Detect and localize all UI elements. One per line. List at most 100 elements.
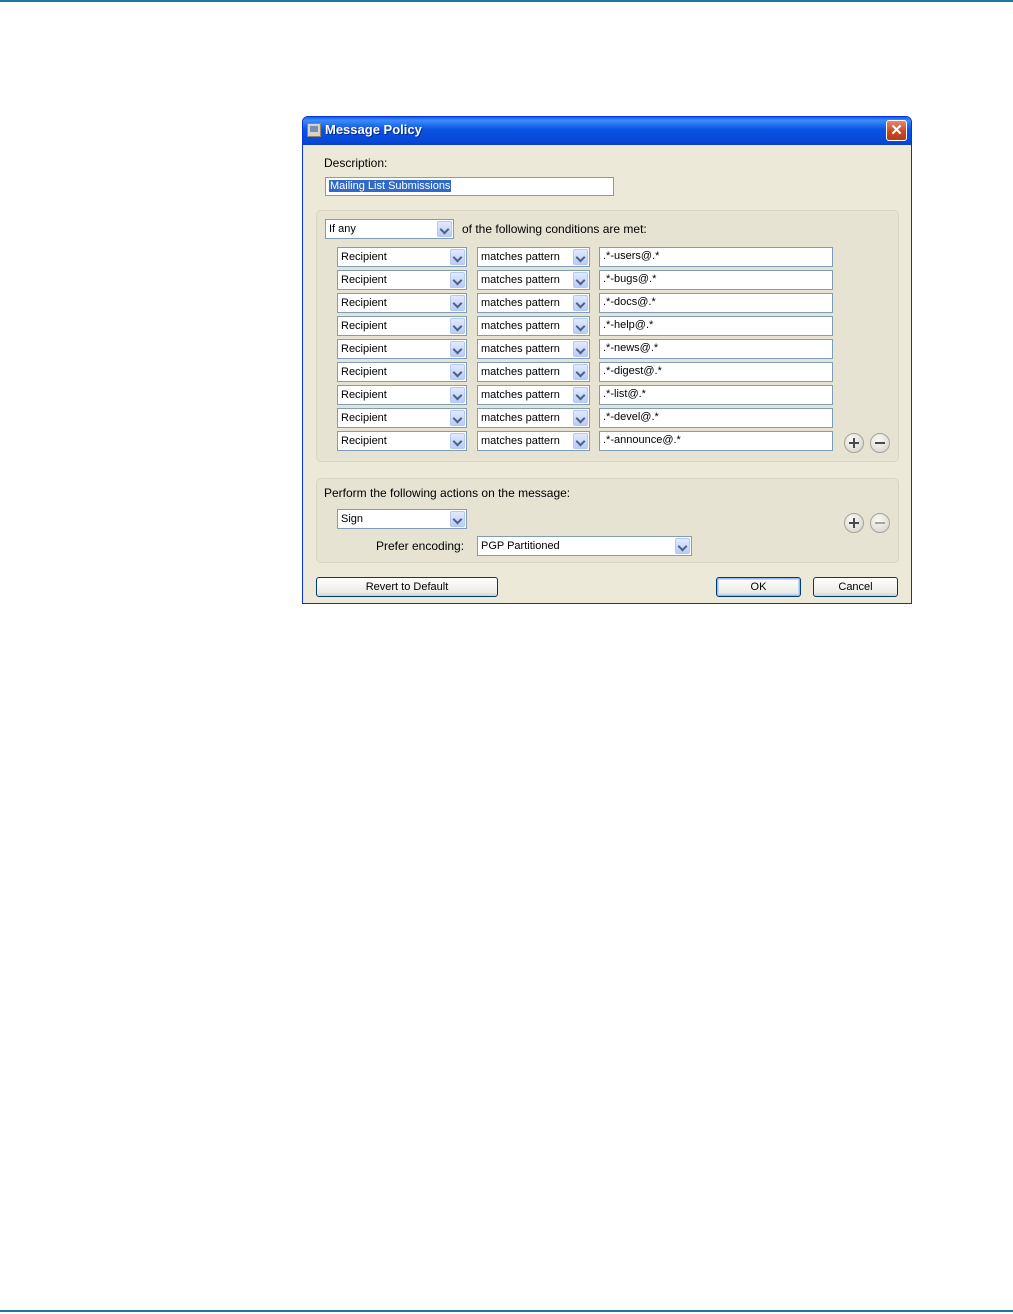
close-button[interactable]: ✕ (886, 120, 907, 141)
actions-heading: Perform the following actions on the mes… (324, 486, 571, 500)
chevron-down-icon (573, 295, 588, 311)
match-mode-dropdown[interactable]: If any (325, 219, 454, 239)
condition-field-value: Recipient (341, 412, 387, 424)
dialog-title: Message Policy (325, 122, 422, 137)
condition-field-dropdown[interactable]: Recipient (337, 385, 467, 405)
dialog-titlebar[interactable]: Message Policy ✕ (303, 117, 911, 145)
chevron-down-icon (450, 318, 465, 334)
condition-pattern-field[interactable]: .*-list@.* (599, 385, 833, 405)
condition-pattern-field[interactable]: .*-bugs@.* (599, 270, 833, 290)
action-dropdown[interactable]: Sign (337, 509, 467, 529)
condition-field-value: Recipient (341, 297, 387, 309)
description-label: Description: (324, 156, 388, 170)
condition-field-dropdown[interactable]: Recipient (337, 293, 467, 313)
condition-pattern-field[interactable]: .*-docs@.* (599, 293, 833, 313)
condition-operator-dropdown[interactable]: matches pattern (477, 316, 590, 336)
condition-operator-dropdown[interactable]: matches pattern (477, 431, 590, 451)
condition-field-dropdown[interactable]: Recipient (337, 270, 467, 290)
condition-field-dropdown[interactable]: Recipient (337, 339, 467, 359)
close-icon: ✕ (890, 122, 903, 139)
condition-field-dropdown[interactable]: Recipient (337, 362, 467, 382)
cancel-button[interactable]: Cancel (813, 577, 898, 597)
chevron-down-icon (573, 318, 588, 334)
description-field[interactable]: Mailing List Submissions (325, 177, 614, 196)
plus-icon (845, 514, 863, 532)
chevron-down-icon (573, 364, 588, 380)
chevron-down-icon (573, 272, 588, 288)
chevron-down-icon (450, 433, 465, 449)
chevron-down-icon (573, 387, 588, 403)
condition-operator-value: matches pattern (481, 251, 560, 263)
page-top-rule (0, 0, 1013, 2)
condition-field-value: Recipient (341, 320, 387, 332)
condition-operator-value: matches pattern (481, 320, 560, 332)
chevron-down-icon (573, 410, 588, 426)
condition-field-dropdown[interactable]: Recipient (337, 247, 467, 267)
description-value: Mailing List Submissions (329, 180, 452, 192)
condition-operator-dropdown[interactable]: matches pattern (477, 339, 590, 359)
condition-pattern-value: .*-announce@.* (603, 434, 681, 446)
condition-field-dropdown[interactable]: Recipient (337, 408, 467, 428)
remove-action-button (870, 513, 890, 533)
revert-to-default-button[interactable]: Revert to Default (316, 577, 498, 597)
condition-pattern-field[interactable]: .*-help@.* (599, 316, 833, 336)
minus-icon (871, 434, 889, 452)
condition-operator-dropdown[interactable]: matches pattern (477, 362, 590, 382)
chevron-down-icon (450, 249, 465, 265)
condition-operator-value: matches pattern (481, 297, 560, 309)
condition-operator-value: matches pattern (481, 343, 560, 355)
message-policy-dialog: Message Policy ✕ Description: Mailing Li… (302, 116, 912, 604)
condition-pattern-value: .*-news@.* (603, 342, 659, 354)
condition-operator-dropdown[interactable]: matches pattern (477, 270, 590, 290)
chevron-down-icon (573, 433, 588, 449)
condition-operator-dropdown[interactable]: matches pattern (477, 385, 590, 405)
condition-pattern-value: .*-users@.* (603, 250, 660, 262)
chevron-down-icon (675, 538, 690, 554)
condition-field-value: Recipient (341, 251, 387, 263)
condition-operator-value: matches pattern (481, 435, 560, 447)
encoding-value: PGP Partitioned (481, 540, 560, 552)
chevron-down-icon (437, 221, 452, 237)
condition-pattern-field[interactable]: .*-users@.* (599, 247, 833, 267)
chevron-down-icon (450, 511, 465, 527)
condition-pattern-value: .*-devel@.* (603, 411, 659, 423)
chevron-down-icon (450, 272, 465, 288)
ok-button[interactable]: OK (716, 577, 801, 597)
minus-icon (871, 514, 889, 532)
chevron-down-icon (450, 364, 465, 380)
add-action-button[interactable] (844, 513, 864, 533)
condition-pattern-value: .*-help@.* (603, 319, 654, 331)
condition-pattern-field[interactable]: .*-devel@.* (599, 408, 833, 428)
condition-field-value: Recipient (341, 435, 387, 447)
condition-operator-value: matches pattern (481, 389, 560, 401)
condition-pattern-value: .*-list@.* (603, 388, 646, 400)
condition-field-value: Recipient (341, 389, 387, 401)
encoding-dropdown[interactable]: PGP Partitioned (477, 536, 692, 556)
condition-operator-dropdown[interactable]: matches pattern (477, 408, 590, 428)
condition-operator-value: matches pattern (481, 366, 560, 378)
chevron-down-icon (450, 387, 465, 403)
action-value: Sign (341, 513, 364, 525)
condition-field-dropdown[interactable]: Recipient (337, 316, 467, 336)
condition-pattern-field[interactable]: .*-announce@.* (599, 431, 833, 451)
page-bottom-rule (0, 1310, 1013, 1312)
app-icon (307, 123, 321, 137)
condition-operator-value: matches pattern (481, 412, 560, 424)
remove-condition-button[interactable] (870, 433, 890, 453)
condition-operator-value: matches pattern (481, 274, 560, 286)
condition-field-value: Recipient (341, 343, 387, 355)
condition-operator-dropdown[interactable]: matches pattern (477, 247, 590, 267)
add-condition-button[interactable] (844, 433, 864, 453)
condition-pattern-value: .*-bugs@.* (603, 273, 657, 285)
condition-pattern-field[interactable]: .*-digest@.* (599, 362, 833, 382)
condition-field-dropdown[interactable]: Recipient (337, 431, 467, 451)
encoding-label: Prefer encoding: (376, 539, 465, 553)
condition-field-value: Recipient (341, 366, 387, 378)
plus-icon (845, 434, 863, 452)
condition-operator-dropdown[interactable]: matches pattern (477, 293, 590, 313)
condition-pattern-value: .*-digest@.* (603, 365, 662, 377)
match-suffix-label: of the following conditions are met: (462, 222, 647, 236)
condition-pattern-field[interactable]: .*-news@.* (599, 339, 833, 359)
chevron-down-icon (450, 410, 465, 426)
match-mode-value: If any (329, 223, 356, 235)
